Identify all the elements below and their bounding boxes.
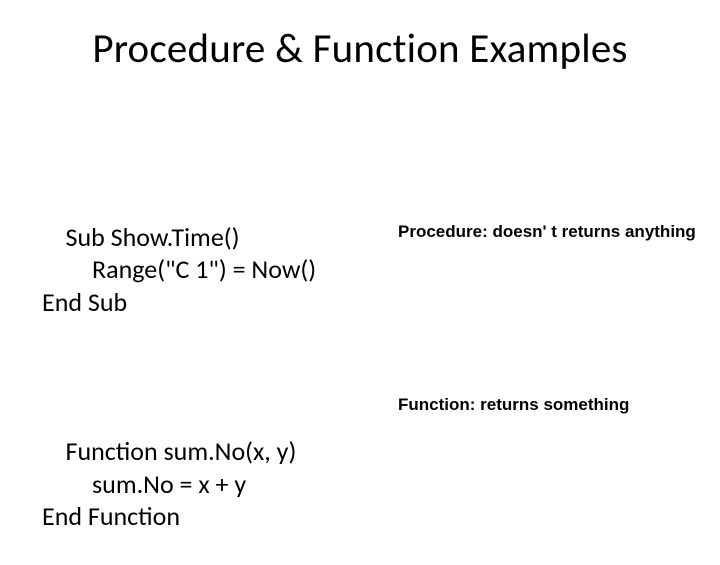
- code-line: Function sum.No(x, y): [66, 435, 297, 467]
- code-line: End Sub: [42, 286, 127, 318]
- procedure-code-block: Sub Show.Time() Range("C 1") = Now()End …: [0, 188, 720, 351]
- code-line: Range("C 1") = Now(): [42, 253, 720, 286]
- code-line: Sub Show.Time(): [66, 221, 240, 253]
- code-line: sum.No = x + y: [42, 468, 720, 501]
- slide-title: Procedure & Function Examples: [0, 0, 720, 74]
- function-code-block: Function sum.No(x, y) sum.No = x + yEnd …: [0, 403, 720, 565]
- procedure-annotation: Procedure: doesn' t returns anything: [398, 222, 696, 242]
- code-line: End Function: [42, 500, 180, 532]
- function-annotation: Function: returns something: [398, 395, 629, 415]
